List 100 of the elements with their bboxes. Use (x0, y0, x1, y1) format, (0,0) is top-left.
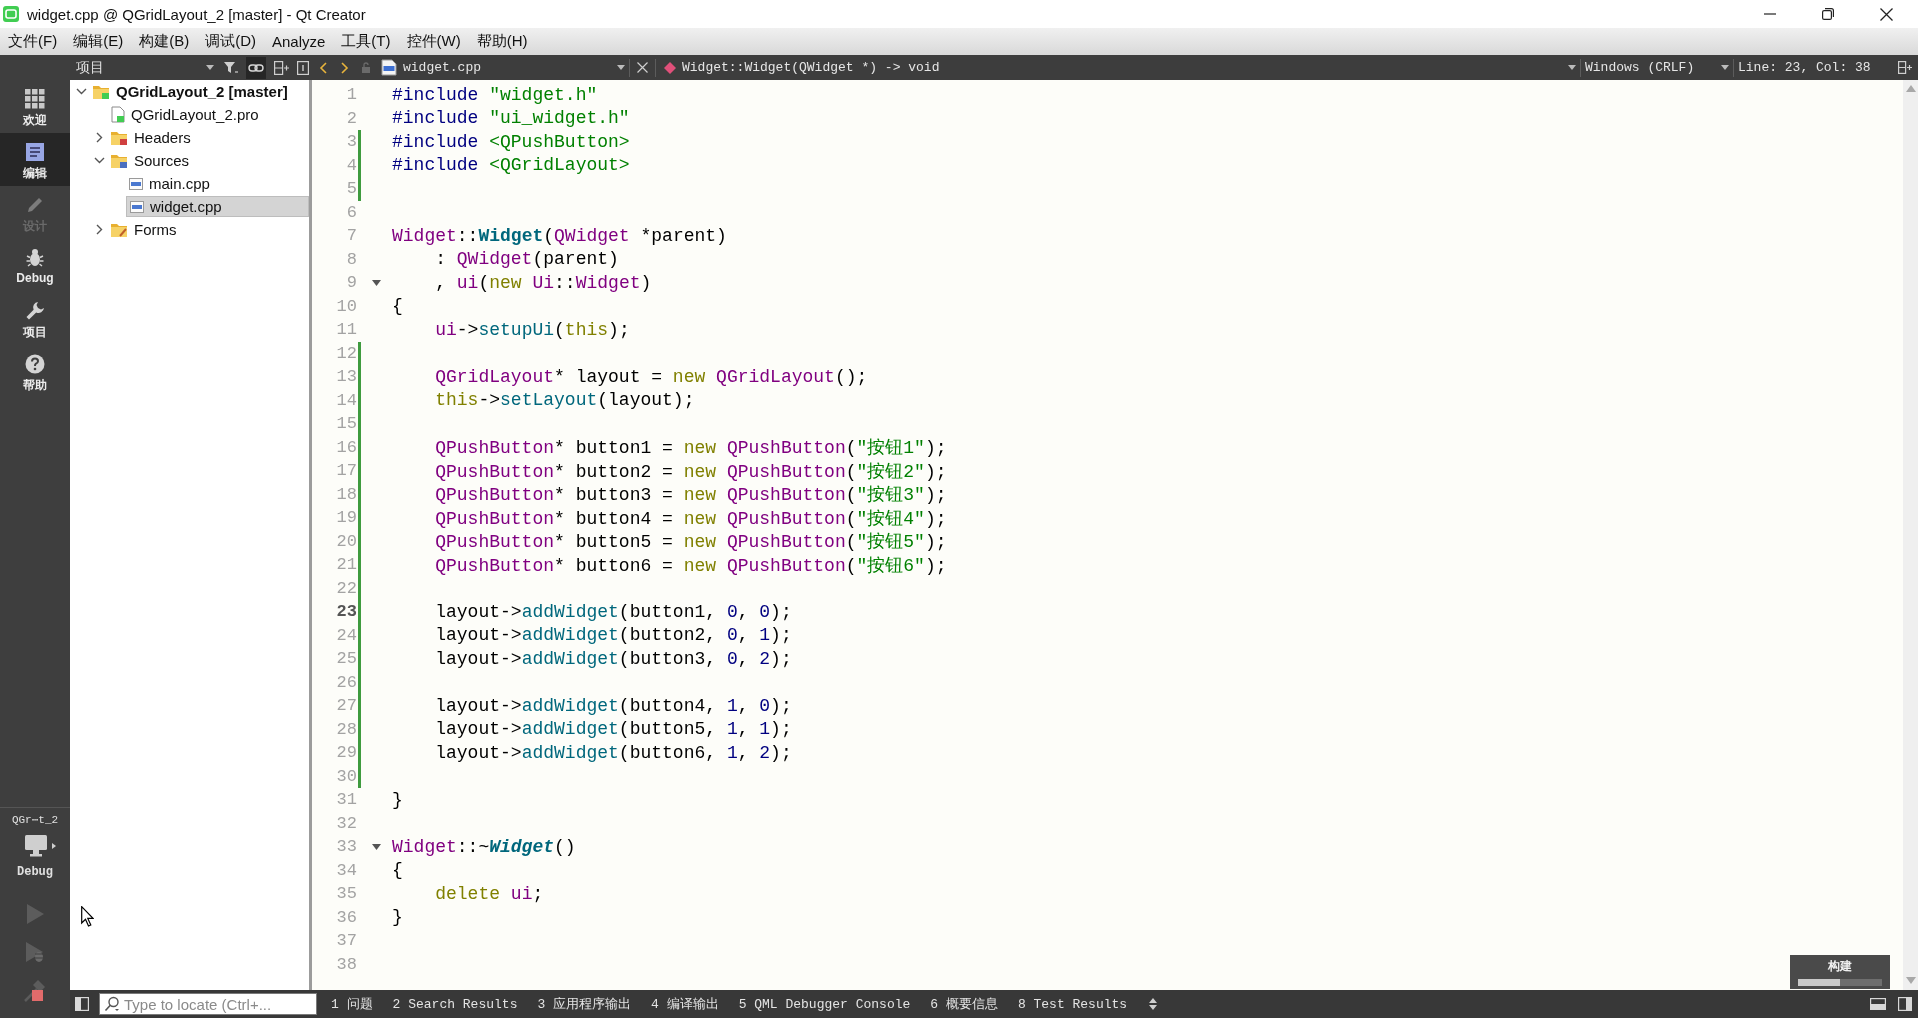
project-name: QGr⋯t_2 (11, 813, 59, 826)
tree-item[interactable]: Headers (108, 127, 194, 148)
mode-tab[interactable]: 编辑 (0, 133, 70, 186)
menu-item[interactable]: Analyze (272, 33, 326, 50)
caret-icon (617, 65, 625, 70)
line-number: 32 (335, 813, 357, 833)
menu-item[interactable]: 控件(W) (406, 32, 461, 51)
line-number: 2 (345, 108, 357, 128)
code-line: QPushButton* button1 = new QPushButton("按钮1"); (434, 437, 947, 460)
code-line: QPushButton* button4 = new QPushButton("按钮4"); (434, 507, 947, 530)
bug-icon (25, 248, 45, 268)
code-line: QPushButton* button6 = new QPushButton("按钮6"); (434, 554, 947, 577)
line-number: 26 (335, 672, 357, 692)
file-icon (129, 177, 143, 190)
output-pane-tab[interactable]: 2 Search Results (382, 993, 528, 1015)
tree-item[interactable]: Sources (108, 150, 193, 171)
line-number: 11 (335, 320, 357, 340)
code-line: Widget::~Widget() (392, 836, 576, 857)
right-sidebar-toggle-icon[interactable] (1898, 997, 1912, 1011)
code-line: Widget::Widget(QWidget *parent) (392, 225, 727, 246)
tree-item[interactable]: widget.cpp (126, 196, 309, 217)
line-number: 15 (335, 414, 357, 434)
fold-arrow-icon[interactable] (372, 279, 381, 286)
restore-icon[interactable] (1822, 8, 1834, 20)
line-number: 20 (335, 531, 357, 551)
chevron-down-icon[interactable] (75, 88, 87, 95)
close-icon[interactable] (1880, 7, 1893, 21)
line-number: 31 (335, 790, 357, 810)
mode-tab[interactable]: Debug (0, 239, 70, 292)
view-selector[interactable]: 项目 (74, 57, 216, 78)
code-line: #include "widget.h" (392, 84, 598, 105)
hammer-icon[interactable] (23, 979, 47, 1003)
line-number: 19 (335, 508, 357, 528)
line-number: 36 (335, 907, 357, 927)
code-line: QPushButton* button5 = new QPushButton("按钮5"); (434, 531, 947, 554)
line-number: 23 (335, 602, 357, 622)
file-icon (381, 59, 397, 76)
menu-item[interactable]: 帮助(H) (476, 32, 528, 51)
line-number: 28 (335, 719, 357, 739)
sidebar-toggle-icon[interactable] (75, 997, 89, 1011)
line-number: 18 (335, 484, 357, 504)
menu-item[interactable]: 构建(B) (139, 32, 190, 51)
cursor-position-button[interactable]: Line: 23, Col: 38 (1734, 56, 1898, 79)
code-line: #include "ui_widget.h" (392, 108, 630, 129)
output-pane-tab[interactable]: 8 Test Results (1007, 993, 1138, 1015)
output-pane-tab[interactable]: 4 编译输出 (641, 993, 729, 1015)
folder-icon (111, 130, 128, 145)
code-line: QPushButton* button3 = new QPushButton("按钮3"); (434, 484, 947, 507)
output-pane-tab[interactable]: 1 问题 (321, 993, 383, 1015)
output-panel-icon[interactable] (1870, 998, 1886, 1010)
output-pane-tab[interactable]: 6 概要信息 (920, 993, 1008, 1015)
chevron-down-icon[interactable] (93, 157, 105, 164)
up-down-arrows-icon[interactable] (1149, 998, 1158, 1010)
locator-field[interactable]: Type to locate (Ctrl+... (99, 993, 317, 1015)
chevron-right-icon[interactable] (95, 224, 103, 235)
folder-icon (93, 84, 110, 99)
menu-item[interactable]: 编辑(E) (73, 32, 124, 51)
mode-tab[interactable]: 项目 (0, 292, 70, 345)
line-number: 16 (335, 437, 357, 457)
output-pane-tab[interactable]: 5 QML Debugger Console (728, 993, 921, 1015)
menu-item[interactable]: 调试(D) (205, 32, 256, 51)
code-line: } (392, 789, 403, 810)
code-line: layout->addWidget(button5, 1, 1); (434, 719, 792, 740)
line-number: 8 (345, 249, 357, 269)
line-number: 21 (335, 555, 357, 575)
line-number: 34 (335, 860, 357, 880)
code-line: layout->addWidget(button4, 1, 0); (434, 695, 792, 716)
folder-icon (111, 222, 128, 237)
line-ending-selector[interactable]: Windows (CRLF) (1581, 56, 1733, 79)
code-line: } (392, 907, 403, 928)
symbol-selector[interactable]: Widget::Widget(QWidget *) -> void (660, 56, 1580, 79)
pencil-icon (25, 195, 45, 215)
line-number: 35 (335, 884, 357, 904)
line-number: 6 (345, 202, 357, 222)
search-icon (104, 996, 120, 1012)
line-number: 9 (345, 273, 357, 293)
link-icon[interactable] (246, 56, 266, 79)
split-icon[interactable] (274, 60, 289, 75)
file-selector[interactable]: widget.cpp (377, 56, 629, 79)
tree-item[interactable]: Forms (108, 219, 180, 240)
line-number: 5 (345, 179, 357, 199)
tree-item[interactable]: main.cpp (126, 173, 213, 194)
file-icon (130, 200, 144, 213)
mode-tab[interactable]: 帮助 (0, 345, 70, 398)
fold-arrow-icon[interactable] (372, 843, 381, 850)
output-pane-tab[interactable]: 3 应用程序输出 (527, 993, 642, 1015)
menu-item[interactable]: 文件(F) (8, 32, 58, 51)
mode-tab[interactable]: 欢迎 (0, 80, 70, 133)
filter-icon[interactable] (224, 60, 238, 75)
tree-item[interactable]: QGridLayout_2.pro (108, 104, 262, 125)
split-icon[interactable] (1898, 61, 1912, 74)
panel-icon[interactable] (297, 60, 309, 75)
code-line: QGridLayout* layout = new QGridLayout(); (434, 366, 868, 387)
chevron-right-icon[interactable] (95, 132, 103, 143)
tree-item[interactable]: QGridLayout_2 [master] (90, 81, 291, 102)
monitor-icon[interactable] (23, 834, 57, 858)
code-line: QPushButton* button2 = new QPushButton("按钮2"); (434, 460, 947, 483)
diamond-icon (664, 61, 676, 74)
line-number: 38 (335, 954, 357, 974)
menu-item[interactable]: 工具(T) (341, 32, 391, 51)
